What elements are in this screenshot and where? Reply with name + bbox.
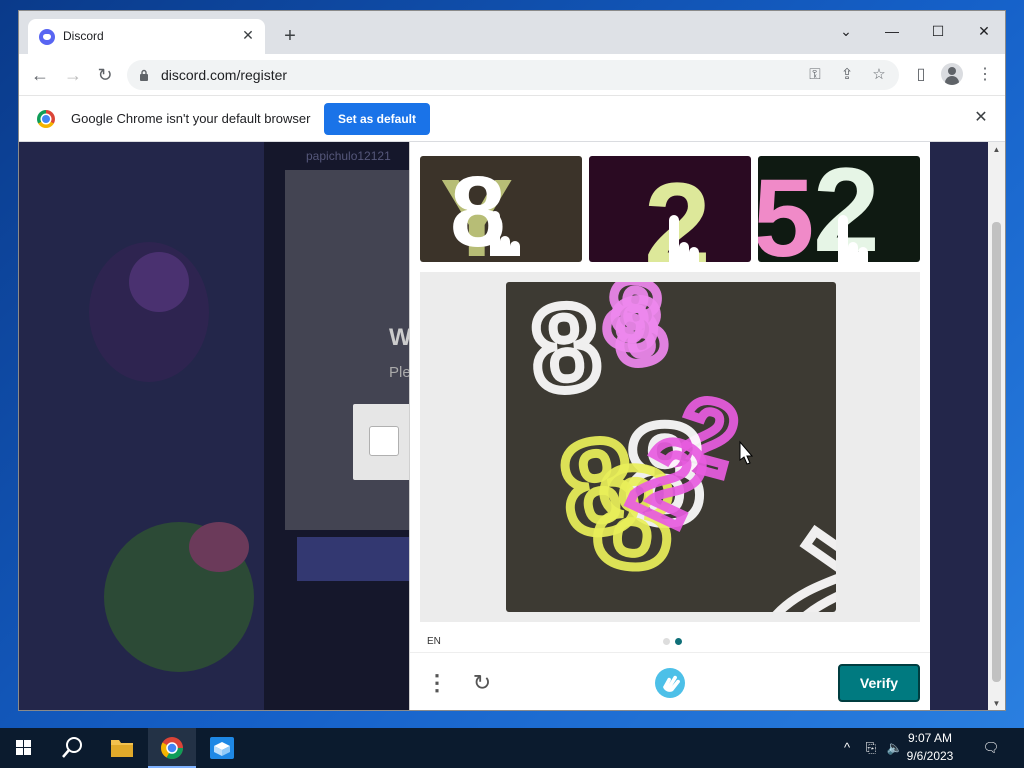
app-taskbar-button[interactable] — [198, 728, 246, 768]
tab-strip: Discord ✕ + ⌄ — ☐ ✕ — [19, 11, 1005, 54]
scroll-up-icon[interactable]: ▲ — [988, 142, 1005, 158]
file-explorer-button[interactable] — [98, 728, 146, 768]
windows-taskbar: ^ ⎘ 🔈 9:07 AM 9/6/2023 🗨 — [0, 728, 1024, 768]
example-image-1: Y 8 — [420, 156, 582, 262]
side-panel-icon[interactable]: ▯ — [909, 63, 933, 87]
notifications-icon[interactable]: 🗨 — [982, 739, 1000, 757]
start-button[interactable] — [0, 728, 48, 768]
hcaptcha-checkbox[interactable] — [369, 426, 399, 456]
windows-start-icon — [16, 740, 31, 755]
password-key-icon[interactable]: ⚿ — [805, 65, 825, 85]
chrome-window: Discord ✕ + ⌄ — ☐ ✕ ← → ↻ discord.com/re… — [18, 10, 1006, 711]
infobar-close-icon[interactable]: ✕ — [971, 108, 991, 128]
language-selector[interactable]: EN — [427, 636, 441, 647]
challenge-image-area: 888288827 — [420, 272, 920, 622]
verify-button[interactable]: Verify — [838, 664, 920, 702]
search-button[interactable] — [48, 728, 96, 768]
illustration-hat-bottom — [189, 522, 249, 572]
close-window-button[interactable]: ✕ — [969, 17, 999, 45]
svg-text:5: 5 — [758, 157, 814, 262]
scroll-down-icon[interactable]: ▼ — [988, 696, 1005, 710]
hcaptcha-logo-icon — [655, 668, 685, 698]
minimize-button[interactable]: — — [877, 17, 907, 45]
clock-date[interactable]: 9/6/2023 — [900, 749, 960, 763]
chrome-taskbar-button[interactable] — [148, 728, 196, 768]
challenge-digit: 7 — [733, 501, 836, 612]
reload-button[interactable]: ↻ — [93, 63, 117, 87]
search-icon — [62, 737, 82, 758]
challenge-image[interactable]: 888288827 — [506, 282, 836, 612]
url-text: discord.com/register — [161, 67, 288, 83]
background-username: papichulo12121 — [306, 149, 391, 163]
page-dot-2 — [675, 638, 682, 645]
page-dot-1 — [663, 638, 670, 645]
challenge-digit: 8 — [527, 282, 605, 418]
clock-time[interactable]: 9:07 AM — [900, 731, 960, 745]
example-image-2: 2 — [589, 156, 751, 262]
chrome-menu-icon[interactable]: ⋮ — [973, 63, 997, 87]
page-scrollbar[interactable]: ▲ ▼ — [988, 142, 1005, 710]
chrome-logo-icon — [37, 110, 55, 128]
tab-discord[interactable]: Discord ✕ — [28, 19, 265, 54]
scrollbar-thumb[interactable] — [992, 222, 1001, 682]
hand-cursor-icon — [739, 440, 754, 465]
tray-chevron-icon[interactable]: ^ — [838, 739, 856, 757]
lock-icon — [140, 69, 148, 81]
menu-dots-icon[interactable]: ⋮ — [425, 669, 449, 697]
box-app-icon — [210, 737, 234, 759]
refresh-challenge-icon[interactable]: ↻ — [468, 669, 496, 697]
tab-search-icon[interactable]: ⌄ — [831, 17, 861, 45]
browser-toolbar: ← → ↻ discord.com/register ⚿ ⇪ ☆ ▯ ⋮ — [19, 54, 1005, 96]
tab-close-icon[interactable]: ✕ — [239, 26, 257, 44]
challenge-digit: 8 — [604, 282, 674, 387]
footer-divider — [410, 652, 930, 653]
profile-avatar[interactable] — [941, 63, 963, 85]
discord-register-page: papichulo12121 W Ple Y 8 2 5 2 8 8 8 2 8… — [19, 142, 1005, 710]
new-tab-button[interactable]: + — [278, 25, 302, 49]
discord-favicon-icon — [39, 29, 55, 45]
example-image-3: 5 2 — [758, 156, 920, 262]
illustration-head-top — [129, 252, 189, 312]
bookmark-star-icon[interactable]: ☆ — [869, 65, 889, 85]
infobar-message: Google Chrome isn't your default browser — [71, 111, 311, 126]
register-subtext: Ple — [389, 364, 411, 381]
maximize-button[interactable]: ☐ — [923, 17, 953, 45]
set-as-default-button[interactable]: Set as default — [324, 103, 430, 135]
default-browser-infobar: Google Chrome isn't your default browser… — [19, 96, 1005, 142]
hcaptcha-challenge: Y 8 2 5 2 8 8 8 2 8 8 8 2 7 EN ⋮ ↻ Verif… — [409, 142, 930, 710]
tab-title: Discord — [63, 29, 104, 43]
network-icon[interactable]: ⎘ — [862, 739, 880, 757]
address-bar[interactable]: discord.com/register ⚿ ⇪ ☆ — [127, 60, 899, 90]
back-button[interactable]: ← — [28, 63, 52, 87]
forward-button[interactable]: → — [61, 63, 85, 87]
chrome-icon — [161, 737, 183, 759]
share-icon[interactable]: ⇪ — [837, 65, 857, 85]
folder-icon — [111, 740, 133, 757]
